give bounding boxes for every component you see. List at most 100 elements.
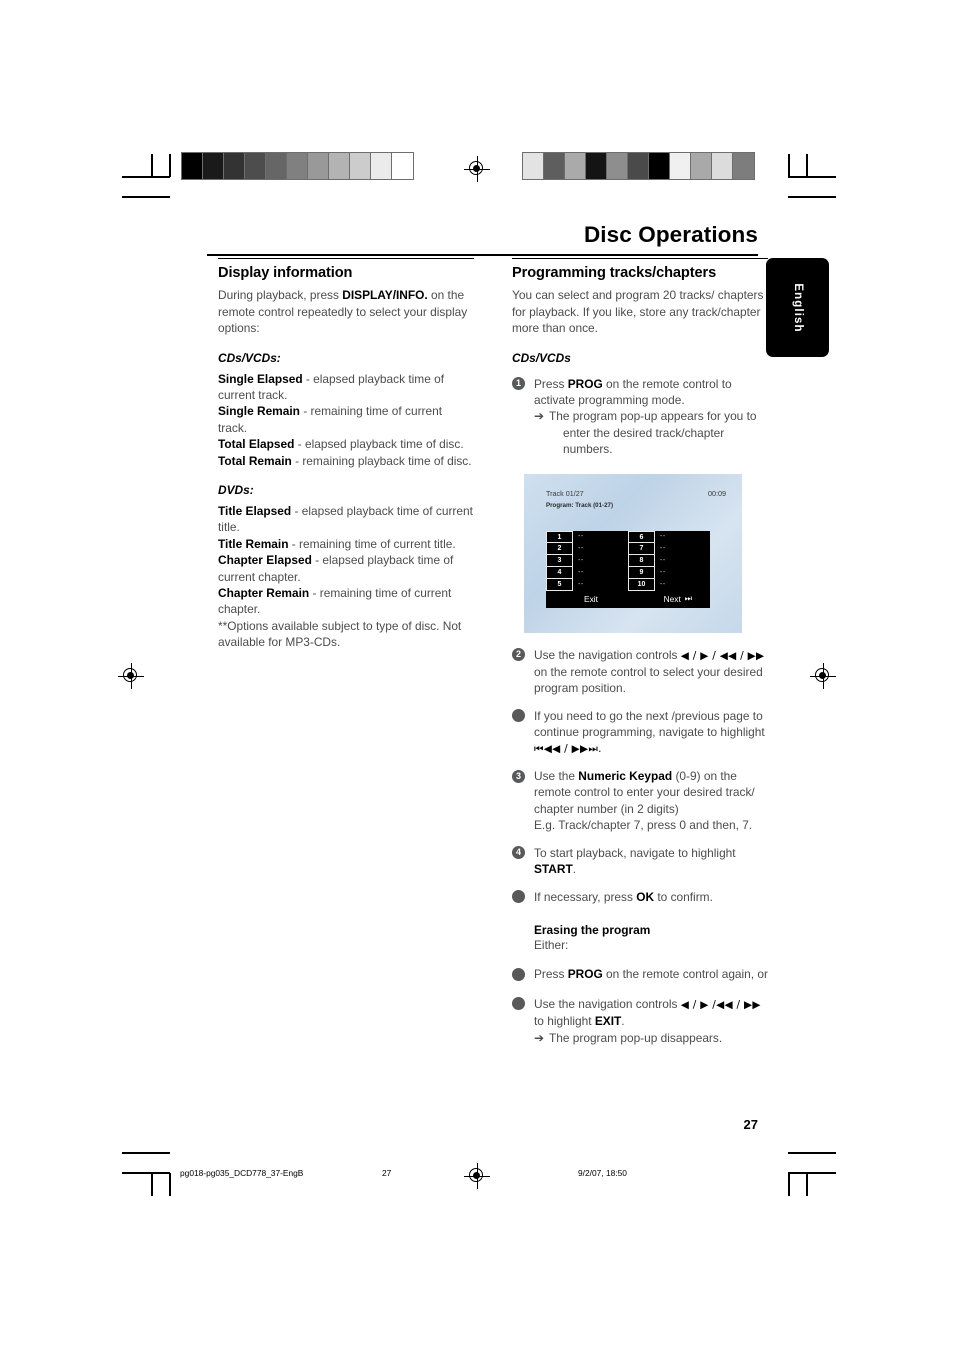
def-term: Chapter Remain bbox=[218, 586, 310, 601]
program-slot-number[interactable]: 7 bbox=[628, 542, 655, 555]
cds-vcds-definition-list: Single Elapsed - elapsed playback time o… bbox=[218, 371, 474, 469]
program-slot-value[interactable]: -- bbox=[578, 555, 628, 567]
def-desc: - remaining playback time of disc. bbox=[291, 453, 472, 468]
program-slot-number[interactable]: 8 bbox=[628, 554, 655, 567]
start-button-name: START bbox=[534, 862, 573, 877]
erasing-section: Erasing the program Either: bbox=[512, 923, 768, 953]
bullet-2-pre: If necessary, press bbox=[534, 889, 637, 904]
program-slot-value[interactable]: -- bbox=[578, 579, 628, 591]
def-term: Total Elapsed bbox=[218, 437, 295, 452]
disc-type-footnote: **Options available subject to type of d… bbox=[218, 618, 462, 650]
calibration-swatch-3 bbox=[586, 153, 607, 179]
def-term: Title Remain bbox=[218, 536, 289, 551]
program-slot-number[interactable]: 4 bbox=[546, 566, 573, 578]
erasing-b2-post: . bbox=[621, 1014, 625, 1029]
page-number: 27 bbox=[743, 1117, 758, 1132]
programming-heading: Programming tracks/chapters bbox=[512, 265, 717, 282]
program-panel: 12345 -- -- -- -- -- 6 7 8 9 10 -- -- -- -- -- Exit … bbox=[546, 530, 710, 608]
program-slot-number[interactable]: 10 bbox=[628, 577, 655, 591]
step-4-post: . bbox=[572, 862, 577, 877]
crop-mark-top-left-h2 bbox=[122, 196, 170, 198]
footer-timestamp: 9/2/07, 18:50 bbox=[578, 1168, 627, 1178]
step-2-pre: Use the navigation controls bbox=[534, 647, 681, 662]
program-slot-number[interactable]: 9 bbox=[628, 566, 655, 578]
erasing-bullet-prog: Press PROG on the remote control again, … bbox=[512, 966, 768, 982]
calibration-swatch-3 bbox=[245, 153, 266, 179]
crop-mark-bottom-left-v bbox=[169, 1173, 171, 1196]
bullet-page-navigation: If you need to go the next /previous pag… bbox=[512, 708, 768, 757]
program-slot-value[interactable]: -- bbox=[578, 567, 628, 579]
program-slot-value[interactable]: -- bbox=[578, 531, 628, 543]
program-slot-value[interactable]: -- bbox=[660, 579, 710, 591]
erasing-b2-line2: to highlight EXIT. bbox=[534, 1013, 768, 1029]
step-2-marker: 2 bbox=[512, 648, 525, 662]
calibration-swatch-0 bbox=[182, 153, 203, 179]
calibration-swatch-6 bbox=[649, 153, 670, 179]
left-column: Display information During playback, pre… bbox=[218, 258, 474, 651]
next-button[interactable]: Next ⏭ bbox=[664, 594, 692, 604]
erasing-b2-line2-pre: to highlight bbox=[534, 1014, 595, 1029]
registration-mark-bottom bbox=[464, 1163, 490, 1189]
numeric-keypad-name: Numeric Keypad bbox=[578, 769, 673, 784]
step-3: 3 Use the Numeric Keypad (0-9) on the re… bbox=[512, 768, 768, 834]
navigation-symbols-icon: ◀ / ▶ /◀◀ / ▶▶ bbox=[680, 998, 761, 1011]
registration-mark-right bbox=[810, 663, 836, 689]
calibration-swatch-5 bbox=[287, 153, 308, 179]
crop-mark-bottom-right-h2 bbox=[788, 1152, 836, 1154]
dvds-subhead: DVDs: bbox=[218, 483, 254, 498]
program-slot-value[interactable]: -- bbox=[660, 555, 710, 567]
program-slot-value[interactable]: -- bbox=[660, 531, 710, 543]
program-slot-number[interactable]: 6 bbox=[628, 530, 655, 543]
display-information-intro: During playback, press DISPLAY/INFO. on … bbox=[218, 287, 474, 336]
program-slot-number[interactable]: 5 bbox=[546, 577, 573, 591]
exit-button-name: EXIT bbox=[594, 1014, 622, 1029]
bullet-2-post: to confirm. bbox=[654, 889, 713, 904]
slot-value-column-left: -- -- -- -- -- bbox=[573, 531, 628, 591]
step-4-pre: To start playback, navigate to highlight bbox=[534, 845, 736, 860]
program-slot-number[interactable]: 3 bbox=[546, 554, 573, 567]
erasing-b2-pre: Use the navigation controls bbox=[534, 996, 681, 1011]
step-1-pre: Press bbox=[534, 376, 568, 391]
step-4: 4 To start playback, navigate to highlig… bbox=[512, 845, 768, 878]
dvds-definition-list: Title Elapsed - elapsed playback time of… bbox=[218, 503, 474, 618]
program-slot-number[interactable]: 2 bbox=[546, 542, 573, 555]
osd-top-row: Track 01/27 00:09 bbox=[546, 489, 726, 498]
program-slot-half-left: 12345 -- -- -- -- -- bbox=[546, 530, 628, 591]
program-slot-grid: 12345 -- -- -- -- -- 6 7 8 9 10 -- -- -- -- -- bbox=[546, 530, 710, 591]
erasing-result-text: The program pop-up disappears. bbox=[548, 1030, 723, 1045]
crop-mark-bottom-left-v2 bbox=[151, 1173, 153, 1196]
calibration-swatch-8 bbox=[350, 153, 371, 179]
language-tab-label: English bbox=[791, 282, 804, 333]
def-term: Total Remain bbox=[218, 453, 292, 468]
footer-file-name: pg018-pg035_DCD778_37-EngB bbox=[180, 1168, 304, 1178]
calibration-swatch-0 bbox=[523, 153, 544, 179]
bullet-confirm-ok: If necessary, press OK to confirm. bbox=[512, 889, 768, 905]
step-3-pre: Use the bbox=[534, 769, 579, 784]
program-slot-value[interactable]: -- bbox=[660, 543, 710, 555]
program-slot-value[interactable]: -- bbox=[578, 543, 628, 555]
def-term: Title Elapsed bbox=[218, 504, 292, 519]
step-1-marker: 1 bbox=[512, 377, 525, 391]
exit-button[interactable]: Exit bbox=[584, 594, 598, 604]
calibration-swatch-1 bbox=[203, 153, 224, 179]
calibration-strip-right bbox=[522, 152, 755, 180]
page-title: Disc Operations bbox=[583, 222, 758, 247]
crop-mark-bottom-right-v2 bbox=[806, 1173, 808, 1196]
display-information-heading: Display information bbox=[218, 265, 353, 282]
bullet-marker bbox=[512, 967, 525, 981]
step-1-result-line2: enter the desired track/chapter numbers. bbox=[562, 425, 725, 457]
calibration-swatch-9 bbox=[371, 153, 392, 179]
program-slot-number[interactable]: 1 bbox=[546, 530, 573, 543]
prog-button-name: PROG bbox=[567, 967, 603, 982]
arrow-icon: ➔ bbox=[534, 409, 544, 424]
calibration-swatch-4 bbox=[266, 153, 287, 179]
def-term: Single Elapsed bbox=[218, 371, 303, 386]
crop-mark-bottom-right-v bbox=[788, 1173, 790, 1196]
tv-program-popup-screenshot: Track 01/27 00:09 Program: Track (01-27)… bbox=[524, 473, 742, 633]
next-page-icon: ⏭ bbox=[684, 594, 692, 604]
registration-mark-left bbox=[118, 663, 144, 689]
step-1-result-text: The program pop-up appears for you to en… bbox=[549, 408, 768, 457]
erasing-b1-post: on the remote control again, or bbox=[602, 967, 768, 982]
program-slot-value[interactable]: -- bbox=[660, 567, 710, 579]
def-desc: - elapsed playback time of disc. bbox=[294, 437, 464, 452]
